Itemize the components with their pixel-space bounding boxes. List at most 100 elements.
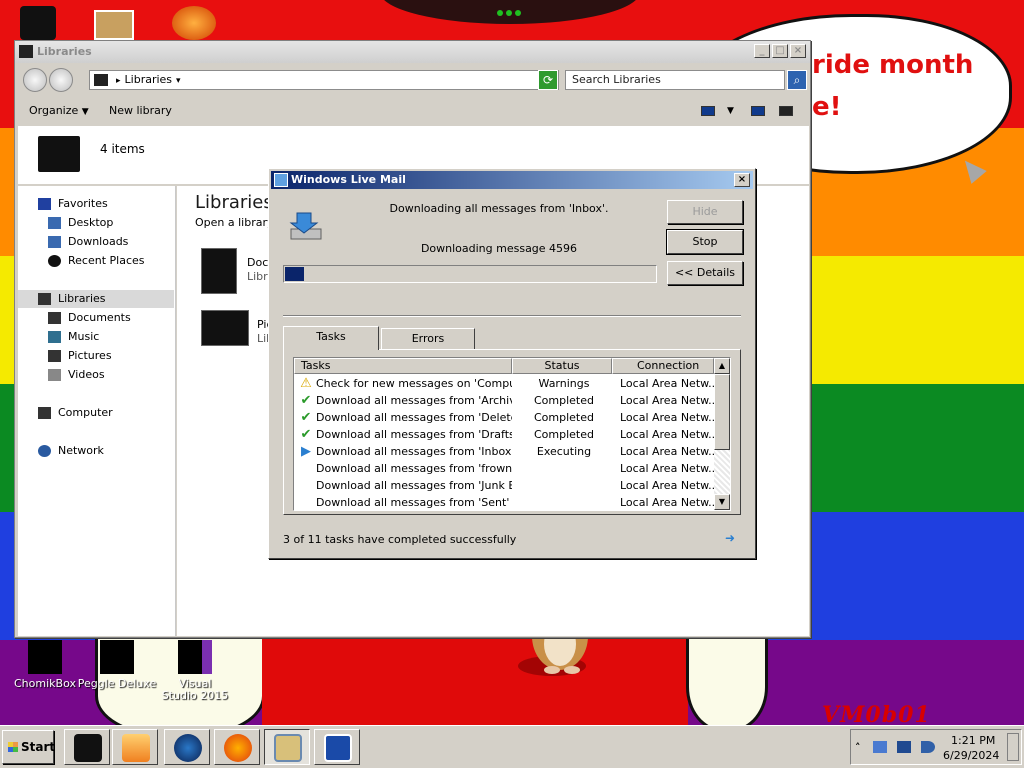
row-status: Completed: [534, 428, 594, 441]
view-options-icon[interactable]: [701, 106, 715, 116]
wallpaper-shape: [686, 632, 768, 725]
peggle-icon: [100, 640, 134, 674]
maximize-button[interactable]: □: [772, 44, 788, 58]
nav-recent-places[interactable]: Recent Places: [48, 252, 174, 270]
table-row[interactable]: ▶ Download all messages from 'Inbox' Execu…: [294, 443, 714, 460]
show-desktop-button[interactable]: [1007, 733, 1019, 761]
desktop-icon-label: Visual Studio 2015: [161, 677, 229, 702]
search-input[interactable]: Search Libraries: [565, 70, 785, 90]
address-bar[interactable]: ▸Libraries▾ ▼: [89, 70, 559, 90]
nav-computer[interactable]: Computer: [38, 404, 174, 422]
dialog-title-bar[interactable]: Windows Live Mail ×: [271, 171, 753, 189]
search-icon[interactable]: ⌕: [787, 70, 807, 90]
nav-label: Videos: [68, 368, 105, 381]
row-task: Check for new messages on 'Computer...: [316, 377, 512, 390]
start-button[interactable]: Start: [2, 730, 56, 764]
taskbar-media-player-button[interactable]: [112, 729, 158, 765]
clock-date[interactable]: 6/29/2024: [943, 749, 999, 762]
libraries-icon: [38, 293, 51, 305]
scroll-down-button[interactable]: ▼: [714, 494, 730, 510]
taskbar-explorer-button[interactable]: [64, 729, 110, 765]
photo-icon[interactable]: [94, 10, 134, 40]
explorer-title-bar[interactable]: Libraries _ □ ×: [15, 41, 810, 63]
column-header-connection[interactable]: Connection: [612, 358, 714, 374]
show-hidden-icons-chevron[interactable]: ˄: [855, 741, 869, 754]
wallpaper-dots: [497, 6, 527, 16]
column-header-status[interactable]: Status: [512, 358, 612, 374]
tray-app-icon[interactable]: [873, 741, 887, 753]
preview-pane-icon[interactable]: [751, 106, 765, 116]
forward-button[interactable]: [49, 68, 73, 92]
row-task: Download all messages from 'Junk E-m...: [316, 479, 512, 492]
desktop-icon-peggle[interactable]: Peggle Deluxe: [72, 640, 162, 690]
libraries-icon: [74, 734, 102, 762]
desktop-icon: [48, 217, 61, 229]
network-icon[interactable]: [897, 741, 911, 753]
taskbar-live-mail-button[interactable]: [314, 729, 360, 765]
vertical-scrollbar[interactable]: ▲ ▼: [714, 358, 730, 510]
breadcrumb[interactable]: Libraries: [125, 73, 173, 86]
back-button[interactable]: [23, 68, 47, 92]
row-status: Executing: [536, 445, 592, 458]
nav-videos[interactable]: Videos: [48, 366, 174, 384]
pictures-library-icon: [201, 310, 249, 346]
dialog-close-button[interactable]: ×: [734, 173, 750, 187]
organize-menu[interactable]: Organize ▼: [29, 97, 89, 126]
nav-documents[interactable]: Documents: [48, 309, 174, 327]
check-icon: ✔: [300, 410, 312, 425]
tab-errors[interactable]: Errors: [381, 328, 475, 350]
table-row[interactable]: Download all messages from 'Junk E-m... L…: [294, 477, 714, 494]
column-header-tasks[interactable]: Tasks: [294, 358, 512, 374]
taskbar-firefox-button[interactable]: [214, 729, 260, 765]
row-conn: Local Area Netw...: [620, 428, 714, 441]
view-dropdown-icon[interactable]: ▼: [727, 97, 734, 125]
row-task: Download all messages from 'Sent': [316, 496, 510, 509]
nav-music[interactable]: Music: [48, 328, 174, 346]
table-row[interactable]: Download all messages from 'frowning4' Lo…: [294, 460, 714, 477]
dialog-title: Windows Live Mail: [291, 173, 406, 186]
tab-tasks[interactable]: Tasks: [283, 326, 379, 350]
hide-button[interactable]: Hide: [667, 200, 743, 224]
desktop-icon-visual-studio[interactable]: Visual Studio 2015: [150, 640, 240, 702]
recycle-bin-icon[interactable]: [20, 6, 56, 40]
nav-desktop[interactable]: Desktop: [48, 214, 174, 232]
pin-icon[interactable]: ➜: [725, 532, 741, 544]
row-conn: Local Area Netw...: [620, 479, 714, 492]
breadcrumb-arrow-icon[interactable]: ▾: [176, 76, 181, 86]
nav-libraries[interactable]: Libraries: [18, 290, 174, 308]
vm-watermark: VM0b01: [822, 702, 931, 725]
game-icon[interactable]: [172, 6, 216, 40]
close-button[interactable]: ×: [790, 44, 806, 58]
details-button[interactable]: << Details: [667, 261, 743, 285]
tasks-list[interactable]: Tasks Status Connection ⚠ Check for new m…: [293, 357, 731, 511]
empty-icon: [298, 495, 314, 510]
table-row[interactable]: ⚠ Check for new messages on 'Computer... W…: [294, 375, 714, 392]
row-status: Warnings: [538, 377, 590, 390]
scroll-up-button[interactable]: ▲: [714, 358, 730, 374]
row-task: Download all messages from 'Deleted It..…: [316, 411, 512, 424]
scroll-thumb[interactable]: [714, 374, 730, 450]
list-header: Tasks Status Connection: [294, 358, 714, 374]
nav-label: Libraries: [58, 292, 106, 305]
table-row[interactable]: ✔ Download all messages from 'Archives' Co…: [294, 392, 714, 409]
volume-icon[interactable]: [921, 741, 935, 753]
row-task: Download all messages from 'Drafts': [316, 428, 512, 441]
minimize-button[interactable]: _: [754, 44, 770, 58]
new-library-button[interactable]: New library: [109, 97, 172, 125]
table-row[interactable]: ✔ Download all messages from 'Deleted It.…: [294, 409, 714, 426]
refresh-button[interactable]: ⟳: [538, 70, 558, 90]
taskbar-explorer-window-button[interactable]: [264, 729, 310, 765]
table-row[interactable]: Download all messages from 'Sent' Local A…: [294, 494, 714, 510]
table-row[interactable]: ✔ Download all messages from 'Drafts' Comp…: [294, 426, 714, 443]
nav-favorites[interactable]: Favorites: [38, 195, 174, 213]
nav-label: Documents: [68, 311, 131, 324]
breadcrumb-arrow-icon[interactable]: ▸: [116, 76, 121, 86]
nav-network[interactable]: Network: [38, 442, 174, 460]
nav-pictures[interactable]: Pictures: [48, 347, 174, 365]
clock-time[interactable]: 1:21 PM: [951, 734, 995, 747]
stop-button[interactable]: Stop: [666, 229, 744, 255]
taskbar-ie-button[interactable]: [164, 729, 210, 765]
nav-downloads[interactable]: Downloads: [48, 233, 174, 251]
help-icon[interactable]: [779, 106, 793, 116]
start-label: Start: [21, 740, 56, 754]
